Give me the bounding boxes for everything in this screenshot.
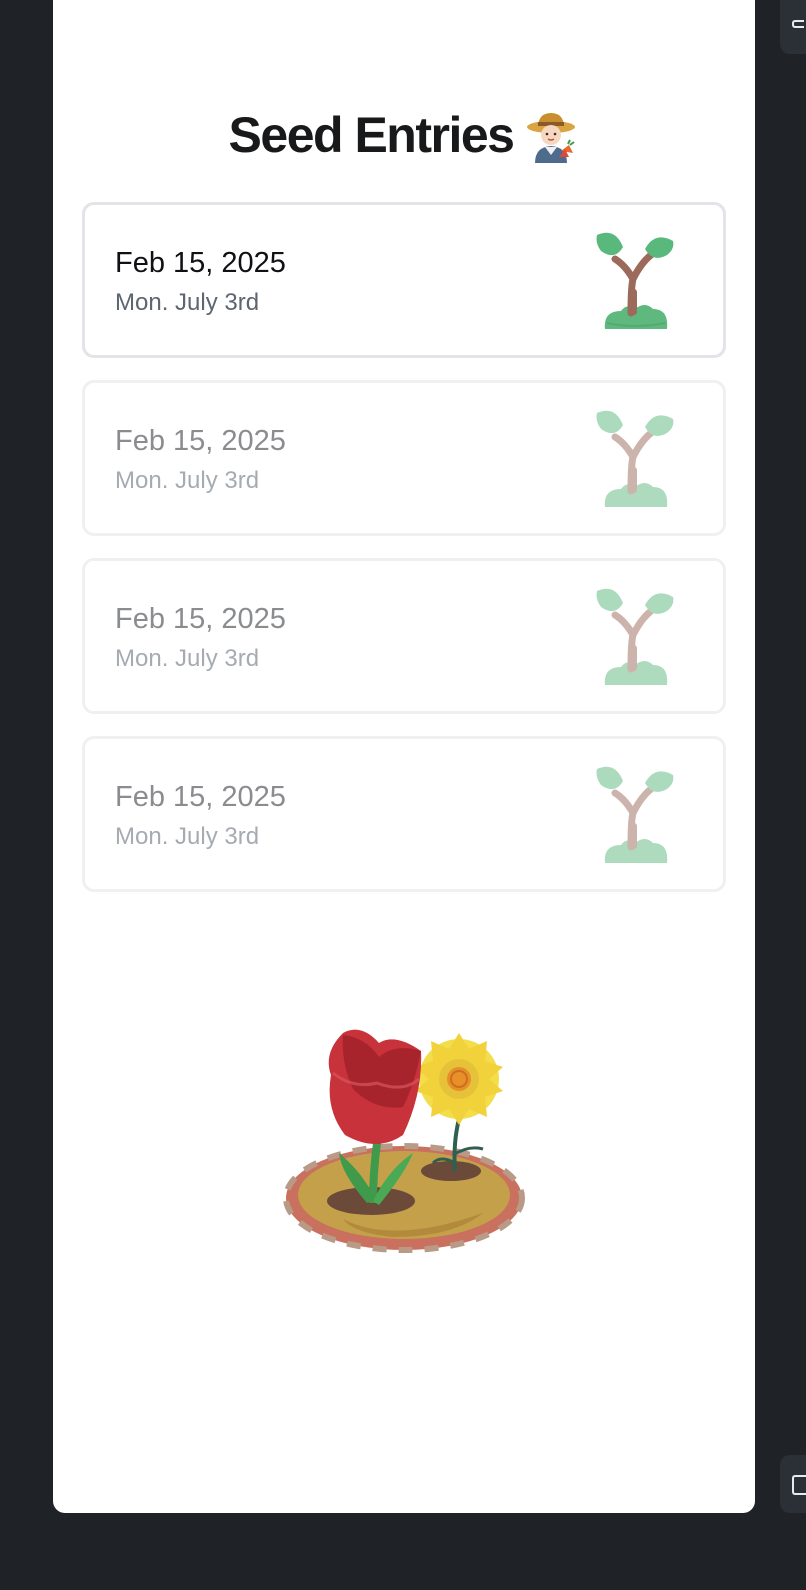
entry-day: Mon. July 3rd [115,645,260,672]
entry-card[interactable]: Feb 15, 2025 Mon. July 3rd [82,558,726,714]
entry-card[interactable]: Feb 15, 2025 Mon. July 3rd [82,202,726,358]
sprout-icon [596,588,674,685]
entry-date: Feb 15, 2025 [115,247,286,279]
entry-day: Mon. July 3rd [115,289,260,316]
entry-date: Feb 15, 2025 [115,603,286,635]
panel-icon [792,20,804,28]
side-panel-toggle-top[interactable] [780,0,806,54]
side-panel-toggle-bottom[interactable] [780,1455,806,1513]
entry-date: Feb 15, 2025 [115,425,286,457]
page-title: Seed Entries [228,107,515,163]
flower-garden-illustration [283,1029,525,1253]
sprout-icon [596,410,674,507]
entry-day: Mon. July 3rd [115,467,260,494]
sprout-icon [596,232,674,329]
page-header: Seed Entries [53,106,755,164]
entry-card[interactable]: Feb 15, 2025 Mon. July 3rd [82,380,726,536]
entry-card[interactable]: Feb 15, 2025 Mon. July 3rd [82,736,726,892]
sprout-icon [596,766,674,863]
entry-day: Mon. July 3rd [115,823,260,850]
app-screen: Seed Entries Feb 15, 2025 Mon. July 3rd [53,0,755,1513]
entry-date: Feb 15, 2025 [115,781,286,813]
panel-icon [792,1475,806,1495]
farmer-emoji-icon [527,113,576,163]
